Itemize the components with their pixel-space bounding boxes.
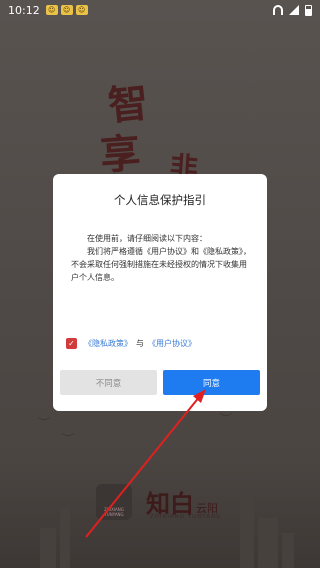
consent-checkbox[interactable]: ✓: [66, 338, 77, 349]
splash-glyph: 享: [98, 129, 142, 180]
bird-icon: ︶: [62, 432, 75, 446]
notification-icon: ☺: [60, 5, 73, 15]
privacy-dialog: 个人信息保护指引 在使用前，请仔细阅读以下内容： 我们将严格遵循《用户协议》和《…: [53, 174, 267, 411]
dialog-title: 个人信息保护指引: [114, 193, 206, 207]
privacy-policy-link[interactable]: 《隐私政策》: [84, 338, 132, 349]
consent-and-text: 与: [136, 339, 144, 348]
bird-icon: ︶: [38, 416, 51, 430]
dialog-body-line: 我们将严格遵循《用户协议》和《隐私政策》，不会采取任何强制措施在未经授权的情况下…: [71, 247, 251, 282]
notification-icon: ☺: [75, 5, 88, 15]
agree-button[interactable]: 同意: [163, 370, 260, 395]
dialog-body: 在使用前，请仔细阅读以下内容： 我们将严格遵循《用户协议》和《隐私政策》，不会采…: [71, 232, 253, 284]
notification-icon: ☺: [45, 5, 58, 15]
user-agreement-link[interactable]: 《用户协议》: [148, 338, 196, 349]
battery-icon: [305, 4, 312, 16]
app-logo: ZHIXIANG YUNYANG: [96, 484, 132, 520]
dialog-body-line: 在使用前，请仔细阅读以下内容：: [87, 234, 207, 243]
status-time: 10:12: [8, 3, 40, 17]
wifi-icon: [273, 5, 283, 15]
logo-sub-text: ZHIXIANG YUNYANG: [104, 507, 124, 517]
bird-icon: ︶: [220, 412, 233, 426]
brand-subtitle: ZHIXIANG YUNYANG: [150, 514, 222, 520]
signal-icon: [289, 5, 299, 15]
consent-row: ✓ 《隐私政策》 与 《用户协议》: [66, 338, 196, 349]
status-bar: 10:12 ☺ ☺ ☺: [0, 0, 320, 20]
disagree-button[interactable]: 不同意: [60, 370, 157, 395]
